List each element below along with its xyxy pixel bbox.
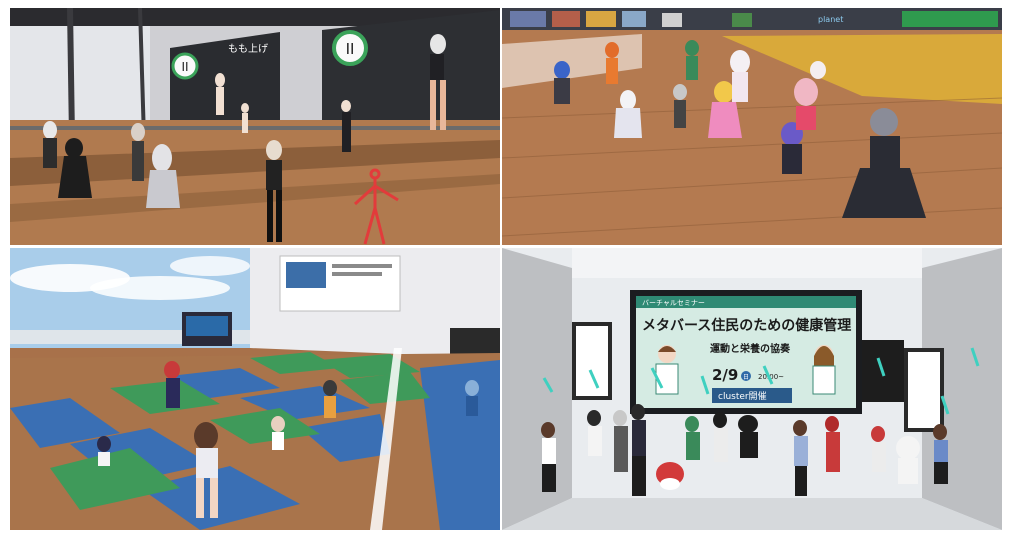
yoga-panel bbox=[10, 248, 500, 530]
hall-panel: planet bbox=[502, 8, 1002, 245]
svg-text:II: II bbox=[181, 60, 188, 74]
screen-label: バーチャルセミナー bbox=[642, 299, 705, 307]
mirror-caption: もも上げ bbox=[228, 43, 268, 55]
event-date: 2/9 bbox=[712, 366, 738, 384]
yoga-scene bbox=[10, 248, 500, 530]
pause-circle-left: II bbox=[171, 52, 199, 80]
svg-text:II: II bbox=[346, 40, 355, 58]
seminar-panel: バーチャルセミナー メタバース住民のための健康管理 運動と栄養の協奏 2/9 日… bbox=[502, 248, 1002, 530]
hall-scene: planet bbox=[502, 8, 1002, 245]
seminar-scene: バーチャルセミナー メタバース住民のための健康管理 運動と栄養の協奏 2/9 日… bbox=[502, 248, 1002, 530]
studio-panel: II II もも上げ bbox=[10, 8, 500, 245]
studio-scene: II II もも上げ bbox=[10, 8, 500, 245]
pause-circle-right: II bbox=[332, 30, 368, 66]
event-venue: cluster開催 bbox=[718, 390, 767, 402]
svg-text:planet: planet bbox=[818, 15, 843, 24]
event-title: メタバース住民のための健康管理 bbox=[642, 317, 851, 334]
event-subtitle: 運動と栄養の協奏 bbox=[710, 342, 791, 355]
event-weekday: 日 bbox=[743, 374, 749, 381]
